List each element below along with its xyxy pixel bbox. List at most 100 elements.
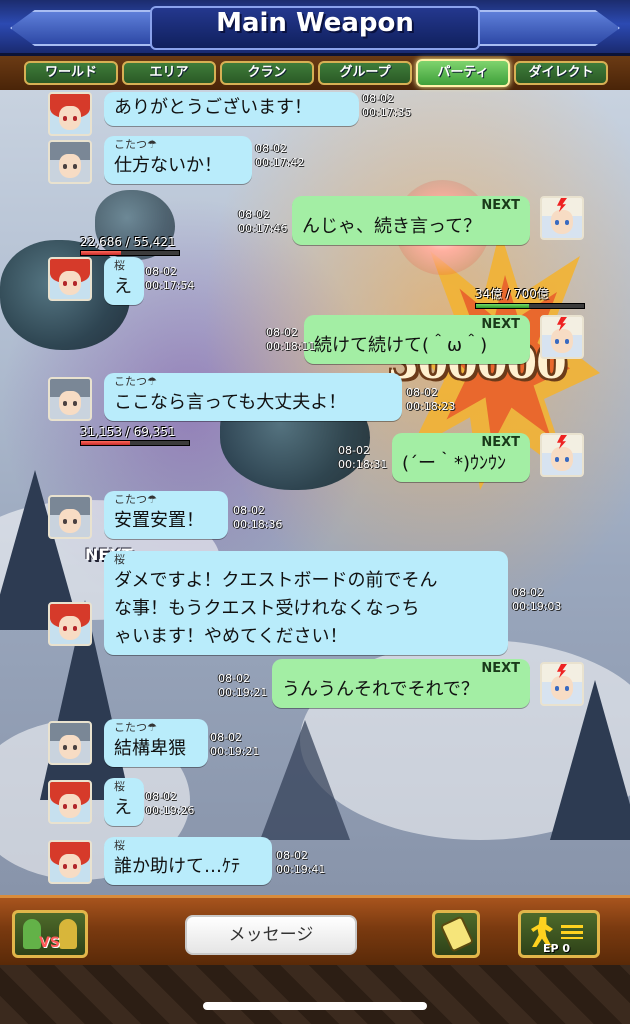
message-time: 00:18:36 [233,518,283,531]
message-date: 08-02 [233,504,265,517]
message-bubble: NEXT 続けて続けて(＾ω＾) [304,315,530,364]
message-text: ここなら言っても大丈夫よ！ [114,392,347,413]
message-text: 安置安置！ [114,510,204,531]
message-text-line: な事！もうクエスト受けれなくなっち [114,598,420,619]
message-bubble: こたつ☂ 安置安置！ [104,491,228,539]
tab-clan[interactable]: クラン [220,61,314,85]
message-date: 08-02 [406,386,438,399]
message-bubble: ありがとうございます！ [104,92,359,126]
avatar-kotatsu[interactable] [48,721,92,765]
message-date: 08-02 [145,790,177,803]
avatar-sakura[interactable] [48,602,92,646]
message-time: 00:19:21 [210,745,260,758]
message-text: え [114,276,132,297]
message-date: 08-02 [338,444,370,457]
message-text: 続けて続けて(＾ω＾) [314,335,488,356]
ep-button[interactable]: EP 0 [518,910,600,958]
message-timestamp: 08-02 00:19:21 [210,731,259,759]
message-date: 08-02 [362,92,394,105]
message-bubble: 桜え [104,778,144,826]
message-time: 00:19:26 [145,804,195,817]
message-time: 00:17:35 [362,106,412,119]
message-timestamp: 08-02 00:17:54 [145,265,194,293]
sender-name: NEXT [481,661,520,676]
message-input-button[interactable]: メッセージ [185,915,357,955]
ep-label: EP 0 [543,942,571,955]
avatar-sakura[interactable] [48,257,92,301]
message-date: 08-02 [276,849,308,862]
avatar-sakura[interactable] [48,840,92,884]
message-time: 00:19:21 [218,686,268,699]
message-text: ありがとうございます！ [114,97,312,118]
sender-name: NEXT [481,435,520,450]
message-text: 結構卑猥 [114,738,186,759]
avatar-kotatsu[interactable] [48,495,92,539]
message-bubble: 桜誰か助けて…ｹﾃ [104,837,272,885]
tab-party[interactable]: パーティ [416,59,510,87]
message-date: 08-02 [210,731,242,744]
message-time: 00:17:54 [145,279,195,292]
menu-lines-icon [561,925,583,939]
stamp-icon [439,915,475,953]
message-text-line: ゃいます！やめてください！ [114,626,348,647]
sender-name: こたつ☂ [114,721,157,734]
sender-name: 桜 [114,553,125,566]
message-timestamp: 08-02 00:19:26 [145,790,194,818]
avatar-next[interactable] [540,315,584,359]
message-bubble: NEXT (´ー｀*)ｳﾝｳﾝ [392,433,530,482]
message-text: え [114,797,132,818]
message-date: 08-02 [218,672,250,685]
message-bubble: こたつ☂ 仕方ないか！ [104,136,252,184]
message-time: 00:18:31 [338,458,388,471]
message-text: んじゃ、続き言って？ [302,216,482,237]
avatar-sakura[interactable] [48,780,92,824]
message-time: 00:18:23 [406,400,456,413]
message-timestamp: 08-02 00:18:11 [266,326,315,354]
message-time: 00:17:46 [238,222,288,235]
sender-name: 桜 [114,259,125,272]
vs-label: VS [39,935,60,951]
tab-area[interactable]: エリア [122,61,216,85]
footer-pattern [0,965,630,1024]
sender-name: NEXT [481,198,520,213]
message-date: 08-02 [145,265,177,278]
avatar-sakura[interactable] [48,92,92,136]
avatar-next[interactable] [540,433,584,477]
sender-name: こたつ☂ [114,375,157,388]
home-indicator[interactable] [203,1002,427,1010]
avatar-kotatsu[interactable] [48,377,92,421]
message-time: 00:19:03 [512,600,562,613]
sender-name: 桜 [114,780,125,793]
message-bubble: 桜ダメですよ！クエストボードの前でそん な事！もうクエスト受けれなくなっち ゃいます… [104,551,508,655]
tab-group[interactable]: グループ [318,61,412,85]
message-text: うんうんそれでそれで？ [282,679,479,700]
tab-world[interactable]: ワールド [24,61,118,85]
tab-direct[interactable]: ダイレクト [514,61,608,85]
vs-button[interactable]: VS [12,910,88,958]
message-timestamp: 08-02 00:17:46 [238,208,287,236]
message-bubble: こたつ☂ ここなら言っても大丈夫よ！ [104,373,402,421]
message-date: 08-02 [266,326,298,339]
chat-channel-tabs: ワールド エリア クラン グループ パーティ ダイレクト [0,56,630,90]
stamp-button[interactable] [432,910,480,958]
message-timestamp: 08-02 00:18:31 [338,444,387,472]
chat-log[interactable]: ありがとうございます！ 08-02 00:17:35 こたつ☂ 仕方ないか！ 08-02 0… [0,90,630,895]
avatar-next[interactable] [540,662,584,706]
bottom-bar: VS メッセージ EP 0 [0,895,630,965]
message-date: 08-02 [238,208,270,221]
message-timestamp: 08-02 00:17:42 [255,142,304,170]
message-date: 08-02 [255,142,287,155]
message-bubble: NEXT うんうんそれでそれで？ [272,659,530,708]
message-time: 00:18:11 [266,340,316,353]
message-timestamp: 08-02 00:18:36 [233,504,282,532]
message-timestamp: 08-02 00:19:21 [218,672,267,700]
avatar-next[interactable] [540,196,584,240]
sender-name: こたつ☂ [114,493,157,506]
message-date: 08-02 [512,586,544,599]
message-text-line: ダメですよ！クエストボードの前でそん [114,570,438,591]
sender-name: NEXT [481,317,520,332]
page-title: Main Weapon [216,8,414,38]
sender-name: こたつ☂ [114,138,157,151]
message-time: 00:19:41 [276,863,326,876]
avatar-kotatsu[interactable] [48,140,92,184]
